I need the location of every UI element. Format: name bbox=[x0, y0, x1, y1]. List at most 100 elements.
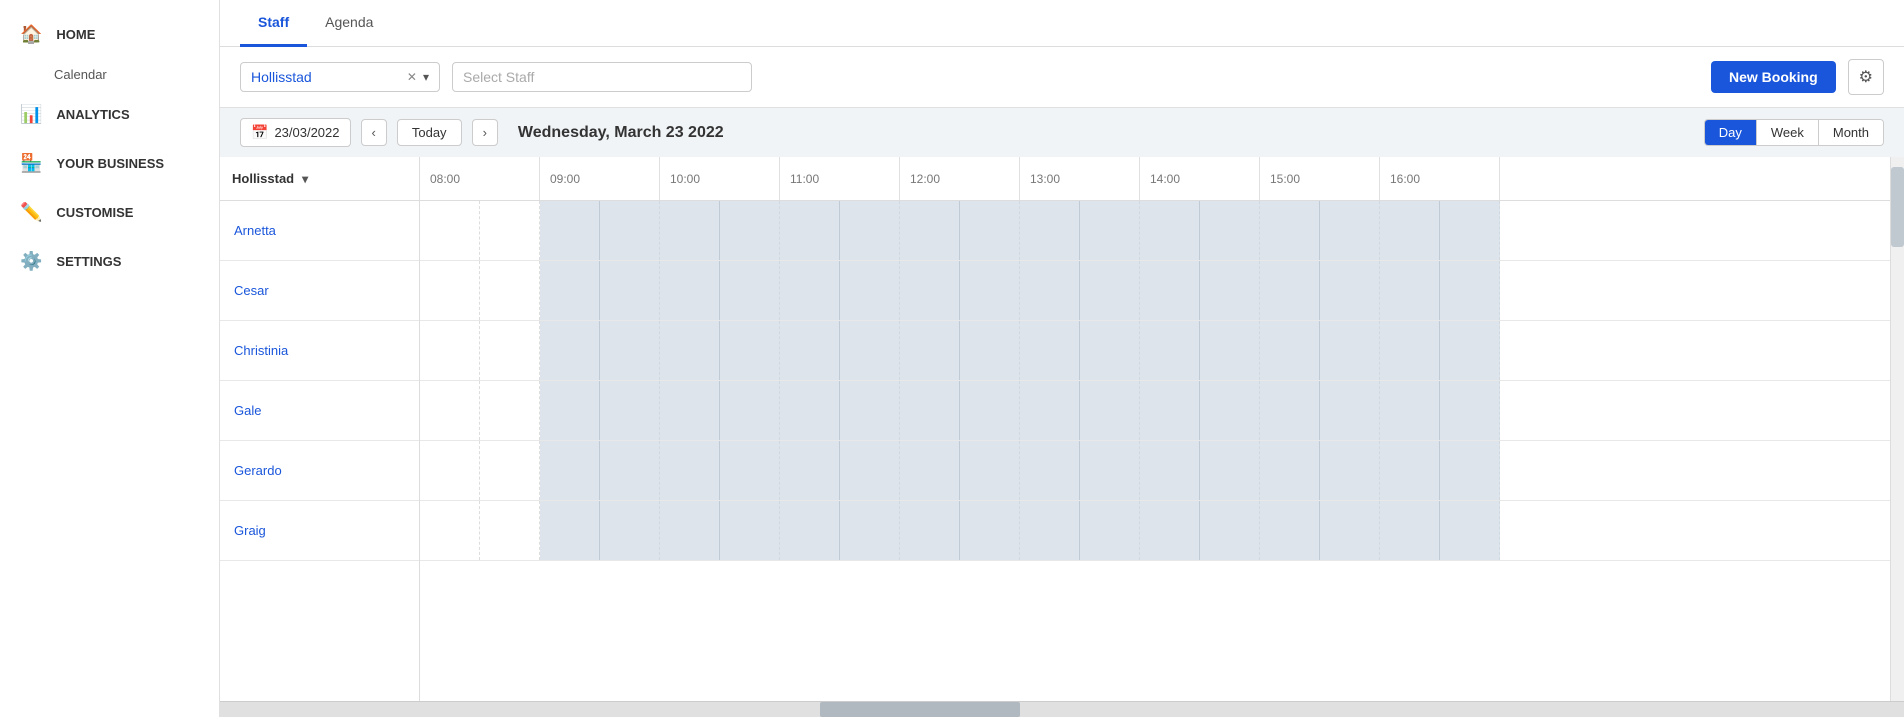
time-slot[interactable] bbox=[540, 501, 600, 560]
time-slot[interactable] bbox=[720, 441, 780, 500]
prev-date-button[interactable]: ‹ bbox=[361, 119, 387, 146]
time-slot[interactable] bbox=[1020, 501, 1080, 560]
time-slot[interactable] bbox=[1140, 381, 1200, 440]
time-slot[interactable] bbox=[480, 261, 540, 320]
time-slot[interactable] bbox=[1260, 261, 1320, 320]
staff-link-gale[interactable]: Gale bbox=[234, 403, 261, 418]
time-slot[interactable] bbox=[1260, 201, 1320, 260]
time-slot[interactable] bbox=[720, 381, 780, 440]
settings-button[interactable]: ⚙ bbox=[1848, 59, 1884, 95]
time-slot[interactable] bbox=[780, 381, 840, 440]
time-slot[interactable] bbox=[1020, 381, 1080, 440]
time-slot[interactable] bbox=[540, 261, 600, 320]
time-slot[interactable] bbox=[1140, 441, 1200, 500]
time-slot[interactable] bbox=[480, 501, 540, 560]
staff-link-cesar[interactable]: Cesar bbox=[234, 283, 269, 298]
staff-link-christinia[interactable]: Christinia bbox=[234, 343, 288, 358]
time-slot[interactable] bbox=[1200, 201, 1260, 260]
vertical-scrollbar[interactable] bbox=[1890, 157, 1904, 701]
time-slot[interactable] bbox=[960, 441, 1020, 500]
sidebar-item-calendar[interactable]: Calendar bbox=[0, 59, 219, 90]
time-slot[interactable] bbox=[900, 441, 960, 500]
time-slot[interactable] bbox=[480, 441, 540, 500]
time-slot[interactable] bbox=[960, 501, 1020, 560]
time-slot[interactable] bbox=[1380, 201, 1440, 260]
time-slot[interactable] bbox=[780, 261, 840, 320]
time-slot[interactable] bbox=[660, 261, 720, 320]
time-slot[interactable] bbox=[1440, 381, 1500, 440]
time-slot[interactable] bbox=[720, 501, 780, 560]
time-slot[interactable] bbox=[720, 261, 780, 320]
time-slot[interactable] bbox=[720, 321, 780, 380]
time-slot[interactable] bbox=[540, 201, 600, 260]
time-slot[interactable] bbox=[1440, 261, 1500, 320]
sidebar-item-home[interactable]: 🏠 HOME bbox=[0, 10, 219, 59]
time-slot[interactable] bbox=[480, 321, 540, 380]
time-slot[interactable] bbox=[840, 261, 900, 320]
time-slot[interactable] bbox=[840, 381, 900, 440]
time-slot[interactable] bbox=[660, 201, 720, 260]
time-slot[interactable] bbox=[1320, 321, 1380, 380]
time-slot[interactable] bbox=[660, 441, 720, 500]
time-slot[interactable] bbox=[1020, 441, 1080, 500]
time-slot[interactable] bbox=[840, 441, 900, 500]
time-slot[interactable] bbox=[1320, 441, 1380, 500]
time-slot[interactable] bbox=[780, 201, 840, 260]
sidebar-item-your-business[interactable]: 🏪 YOUR BUSINESS bbox=[0, 139, 219, 188]
time-slot[interactable] bbox=[600, 441, 660, 500]
tab-agenda[interactable]: Agenda bbox=[307, 0, 391, 47]
view-month-button[interactable]: Month bbox=[1819, 120, 1883, 145]
time-slot[interactable] bbox=[720, 201, 780, 260]
new-booking-button[interactable]: New Booking bbox=[1711, 61, 1836, 93]
time-slot[interactable] bbox=[540, 321, 600, 380]
staff-link-graig[interactable]: Graig bbox=[234, 523, 266, 538]
time-slot[interactable] bbox=[1440, 441, 1500, 500]
time-slot[interactable] bbox=[480, 381, 540, 440]
time-slot[interactable] bbox=[1140, 321, 1200, 380]
time-slot[interactable] bbox=[1440, 501, 1500, 560]
sidebar-item-customise[interactable]: ✏️ CUSTOMISE bbox=[0, 188, 219, 237]
time-slot[interactable] bbox=[600, 321, 660, 380]
location-dropdown-icon[interactable]: ▾ bbox=[423, 70, 429, 84]
time-slot[interactable] bbox=[1200, 321, 1260, 380]
time-slot[interactable] bbox=[540, 381, 600, 440]
time-slot[interactable] bbox=[960, 321, 1020, 380]
time-slot[interactable] bbox=[420, 501, 480, 560]
time-slot[interactable] bbox=[1260, 321, 1320, 380]
time-slot[interactable] bbox=[840, 321, 900, 380]
time-slot[interactable] bbox=[1080, 381, 1140, 440]
time-slot[interactable] bbox=[1080, 321, 1140, 380]
time-slot[interactable] bbox=[1260, 381, 1320, 440]
time-slot[interactable] bbox=[1140, 201, 1200, 260]
time-slot[interactable] bbox=[1380, 261, 1440, 320]
time-slot[interactable] bbox=[1380, 321, 1440, 380]
time-slot[interactable] bbox=[1320, 261, 1380, 320]
time-slot[interactable] bbox=[1320, 201, 1380, 260]
vertical-scrollbar-thumb[interactable] bbox=[1891, 167, 1904, 247]
next-date-button[interactable]: › bbox=[472, 119, 498, 146]
clear-location-icon[interactable]: ✕ bbox=[407, 70, 417, 84]
time-slot[interactable] bbox=[420, 261, 480, 320]
view-day-button[interactable]: Day bbox=[1705, 120, 1757, 145]
time-slot[interactable] bbox=[660, 321, 720, 380]
time-slot[interactable] bbox=[1140, 501, 1200, 560]
horizontal-scrollbar-thumb[interactable] bbox=[820, 702, 1020, 717]
time-slot[interactable] bbox=[1440, 201, 1500, 260]
time-slot[interactable] bbox=[1200, 261, 1260, 320]
time-slot[interactable] bbox=[600, 261, 660, 320]
time-slot[interactable] bbox=[1200, 441, 1260, 500]
time-slot[interactable] bbox=[1080, 501, 1140, 560]
time-slot[interactable] bbox=[1380, 441, 1440, 500]
time-slot[interactable] bbox=[600, 381, 660, 440]
time-slot[interactable] bbox=[1440, 321, 1500, 380]
time-slot[interactable] bbox=[660, 501, 720, 560]
staff-link-arnetta[interactable]: Arnetta bbox=[234, 223, 276, 238]
staff-selector[interactable]: Select Staff bbox=[452, 62, 752, 92]
time-slot[interactable] bbox=[1080, 261, 1140, 320]
time-slot[interactable] bbox=[600, 501, 660, 560]
time-slot[interactable] bbox=[1260, 441, 1320, 500]
time-slot[interactable] bbox=[900, 381, 960, 440]
time-slot[interactable] bbox=[1320, 381, 1380, 440]
time-slot[interactable] bbox=[780, 501, 840, 560]
time-slot[interactable] bbox=[960, 201, 1020, 260]
